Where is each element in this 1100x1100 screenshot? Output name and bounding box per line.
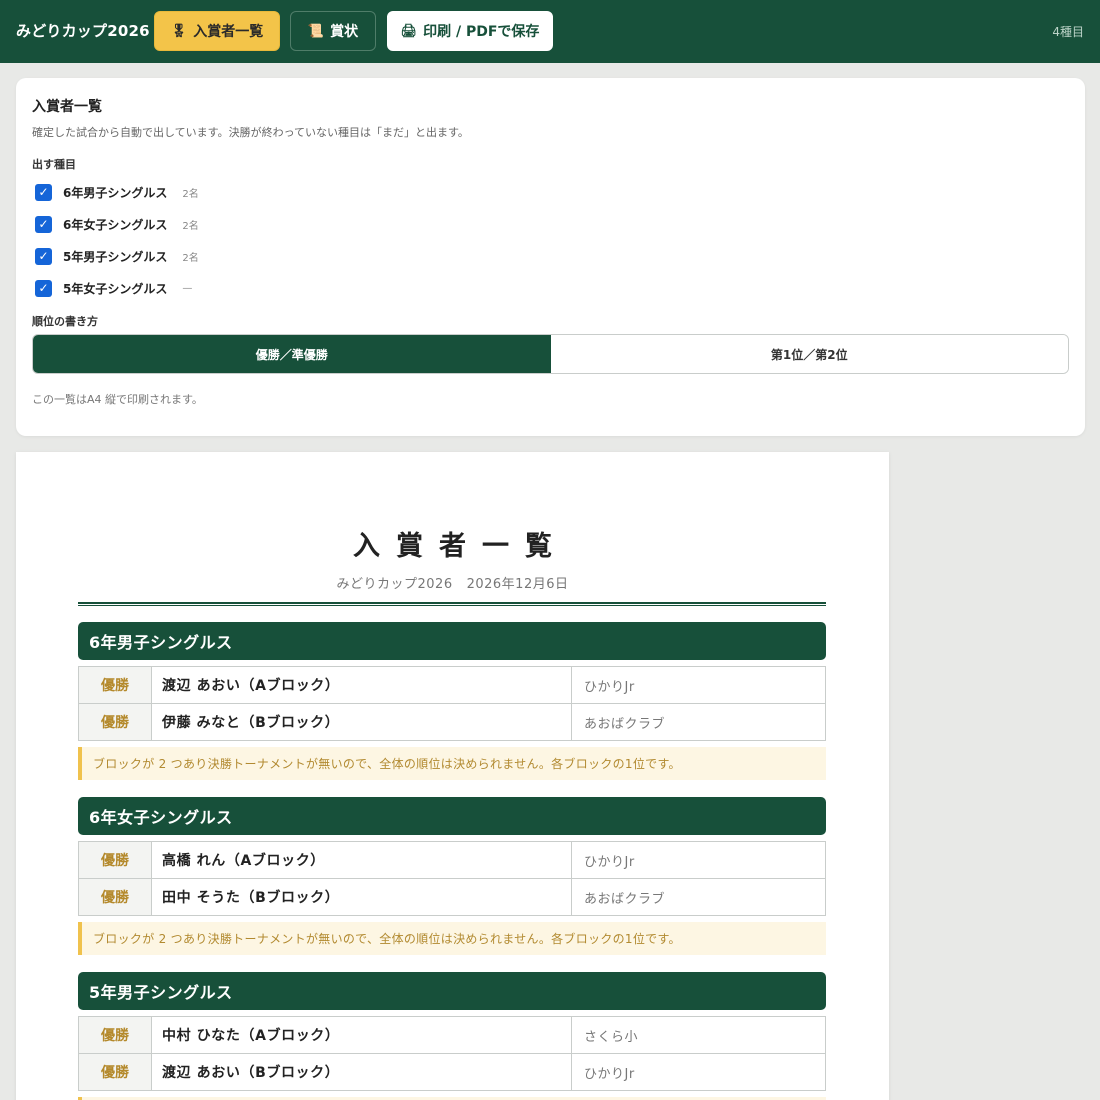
app-title: みどりカップ2026 [16, 22, 150, 40]
event-count-badge: 2名 [182, 252, 199, 264]
print-label: 印刷 / PDFで保存 [423, 24, 540, 40]
event-count-badge: 2名 [182, 220, 199, 232]
document-title: 入賞者一覧 [353, 531, 568, 562]
rank-cell: 優勝 [78, 1016, 152, 1054]
event-checkbox-row[interactable]: ✓ 6年男子シングルス 2名 [35, 182, 199, 202]
table-row: 優勝 田中 そうた（Bブロック） あおばクラブ [78, 878, 826, 916]
title-divider [78, 602, 826, 606]
document-preview: 入賞者一覧 みどりカップ2026 2026年12月6日 6年男子シングルス 優勝 … [16, 452, 889, 1100]
event-checkbox-row[interactable]: ✓ 5年男子シングルス 2名 [35, 246, 199, 266]
table-row: 優勝 高橋 れん（Aブロック） ひかりJr [78, 841, 826, 879]
document-subtitle: みどりカップ2026 2026年12月6日 [16, 573, 889, 592]
club-cell: ひかりJr [571, 841, 826, 879]
club-cell: あおばクラブ [571, 703, 826, 741]
rank-option-place[interactable]: 第1位／第2位 [550, 335, 1068, 373]
event-name: 5年女子シングルス [63, 281, 168, 296]
player-name-cell: 田中 そうた（Bブロック） [151, 878, 572, 916]
certificate-label: 賞状 [330, 24, 359, 40]
event-heading: 6年男子シングルス [78, 622, 826, 660]
rank-format-toggle: 優勝／準優勝 第1位／第2位 [32, 334, 1069, 374]
top-bar: みどりカップ2026 🎖 入賞者一覧 📜 賞状 🖨 印刷 / PDFで保存 4種… [0, 0, 1100, 63]
checkbox-checked-icon[interactable]: ✓ [35, 279, 52, 297]
document-date: 2026年12月6日 [466, 577, 569, 592]
rank-format-label: 順位の書き方 [32, 315, 98, 328]
table-row: 優勝 伊藤 みなと（Bブロック） あおばクラブ [78, 703, 826, 741]
table-row: 優勝 渡辺 あおい（Bブロック） ひかりJr [78, 1053, 826, 1091]
rank-cell: 優勝 [78, 841, 152, 879]
winners-table: 優勝 中村 ひなた（Aブロック） さくら小 優勝 渡辺 あおい（Bブロック） ひ… [78, 1016, 826, 1091]
block-note: ブロックが 2 つあり決勝トーナメントが無いので、全体の順位は決められません。各… [78, 747, 826, 780]
tournament-name: みどりカップ2026 [336, 577, 453, 592]
club-cell: ひかりJr [571, 666, 826, 704]
checkbox-checked-icon[interactable]: ✓ [35, 247, 52, 265]
settings-card: 入賞者一覧 確定した試合から自動で出しています。決勝が終わっていない種目は「まだ… [16, 78, 1085, 436]
event-count-badge: — [182, 282, 193, 294]
event-count-badge: 2名 [182, 188, 199, 200]
checkbox-checked-icon[interactable]: ✓ [35, 183, 52, 201]
rank-cell: 優勝 [78, 703, 152, 741]
table-row: 優勝 渡辺 あおい（Aブロック） ひかりJr [78, 666, 826, 704]
rank-option-winner[interactable]: 優勝／準優勝 [33, 335, 551, 373]
print-note: この一覧はA4 縦で印刷されます。 [32, 393, 203, 406]
event-name: 5年男子シングルス [63, 249, 168, 264]
winners-table: 優勝 渡辺 あおい（Aブロック） ひかりJr 優勝 伊藤 みなと（Bブロック） … [78, 666, 826, 741]
rank-cell: 優勝 [78, 878, 152, 916]
checkbox-checked-icon[interactable]: ✓ [35, 215, 52, 233]
event-heading: 5年男子シングルス [78, 972, 826, 1010]
winners-list-label: 入賞者一覧 [193, 24, 264, 40]
rank-cell: 優勝 [78, 1053, 152, 1091]
event-name: 6年女子シングルス [63, 217, 168, 232]
print-button[interactable]: 🖨 印刷 / PDFで保存 [387, 11, 553, 51]
settings-description: 確定した試合から自動で出しています。決勝が終わっていない種目は「まだ」と出ます。 [32, 126, 469, 139]
event-checkbox-row[interactable]: ✓ 5年女子シングルス — [35, 278, 192, 298]
club-cell: さくら小 [571, 1016, 826, 1054]
block-note: ブロックが 2 つあり決勝トーナメントが無いので、全体の順位は決められません。各… [78, 922, 826, 955]
club-cell: ひかりJr [571, 1053, 826, 1091]
event-count: 4種目 [1052, 25, 1084, 39]
event-section: 6年男子シングルス 優勝 渡辺 あおい（Aブロック） ひかりJr 優勝 伊藤 み… [78, 622, 826, 780]
certificate-button[interactable]: 📜 賞状 [290, 11, 376, 51]
scroll-icon: 📜 [307, 23, 325, 39]
event-section: 5年男子シングルス 優勝 中村 ひなた（Aブロック） さくら小 優勝 渡辺 あお… [78, 972, 826, 1100]
rank-cell: 優勝 [78, 666, 152, 704]
player-name-cell: 伊藤 みなと（Bブロック） [151, 703, 572, 741]
printer-icon: 🖨 [400, 23, 418, 39]
player-name-cell: 高橋 れん（Aブロック） [151, 841, 572, 879]
table-row: 優勝 中村 ひなた（Aブロック） さくら小 [78, 1016, 826, 1054]
winners-list-button[interactable]: 🎖 入賞者一覧 [154, 11, 280, 51]
event-checkbox-row[interactable]: ✓ 6年女子シングルス 2名 [35, 214, 199, 234]
winners-table: 優勝 高橋 れん（Aブロック） ひかりJr 優勝 田中 そうた（Bブロック） あ… [78, 841, 826, 916]
events-label: 出す種目 [32, 158, 76, 171]
event-heading: 6年女子シングルス [78, 797, 826, 835]
settings-title: 入賞者一覧 [32, 99, 102, 115]
player-name-cell: 渡辺 あおい（Aブロック） [151, 666, 572, 704]
club-cell: あおばクラブ [571, 878, 826, 916]
player-name-cell: 渡辺 あおい（Bブロック） [151, 1053, 572, 1091]
event-name: 6年男子シングルス [63, 185, 168, 200]
player-name-cell: 中村 ひなた（Aブロック） [151, 1016, 572, 1054]
event-section: 6年女子シングルス 優勝 高橋 れん（Aブロック） ひかりJr 優勝 田中 そう… [78, 797, 826, 955]
medal-icon: 🎖 [170, 23, 188, 39]
